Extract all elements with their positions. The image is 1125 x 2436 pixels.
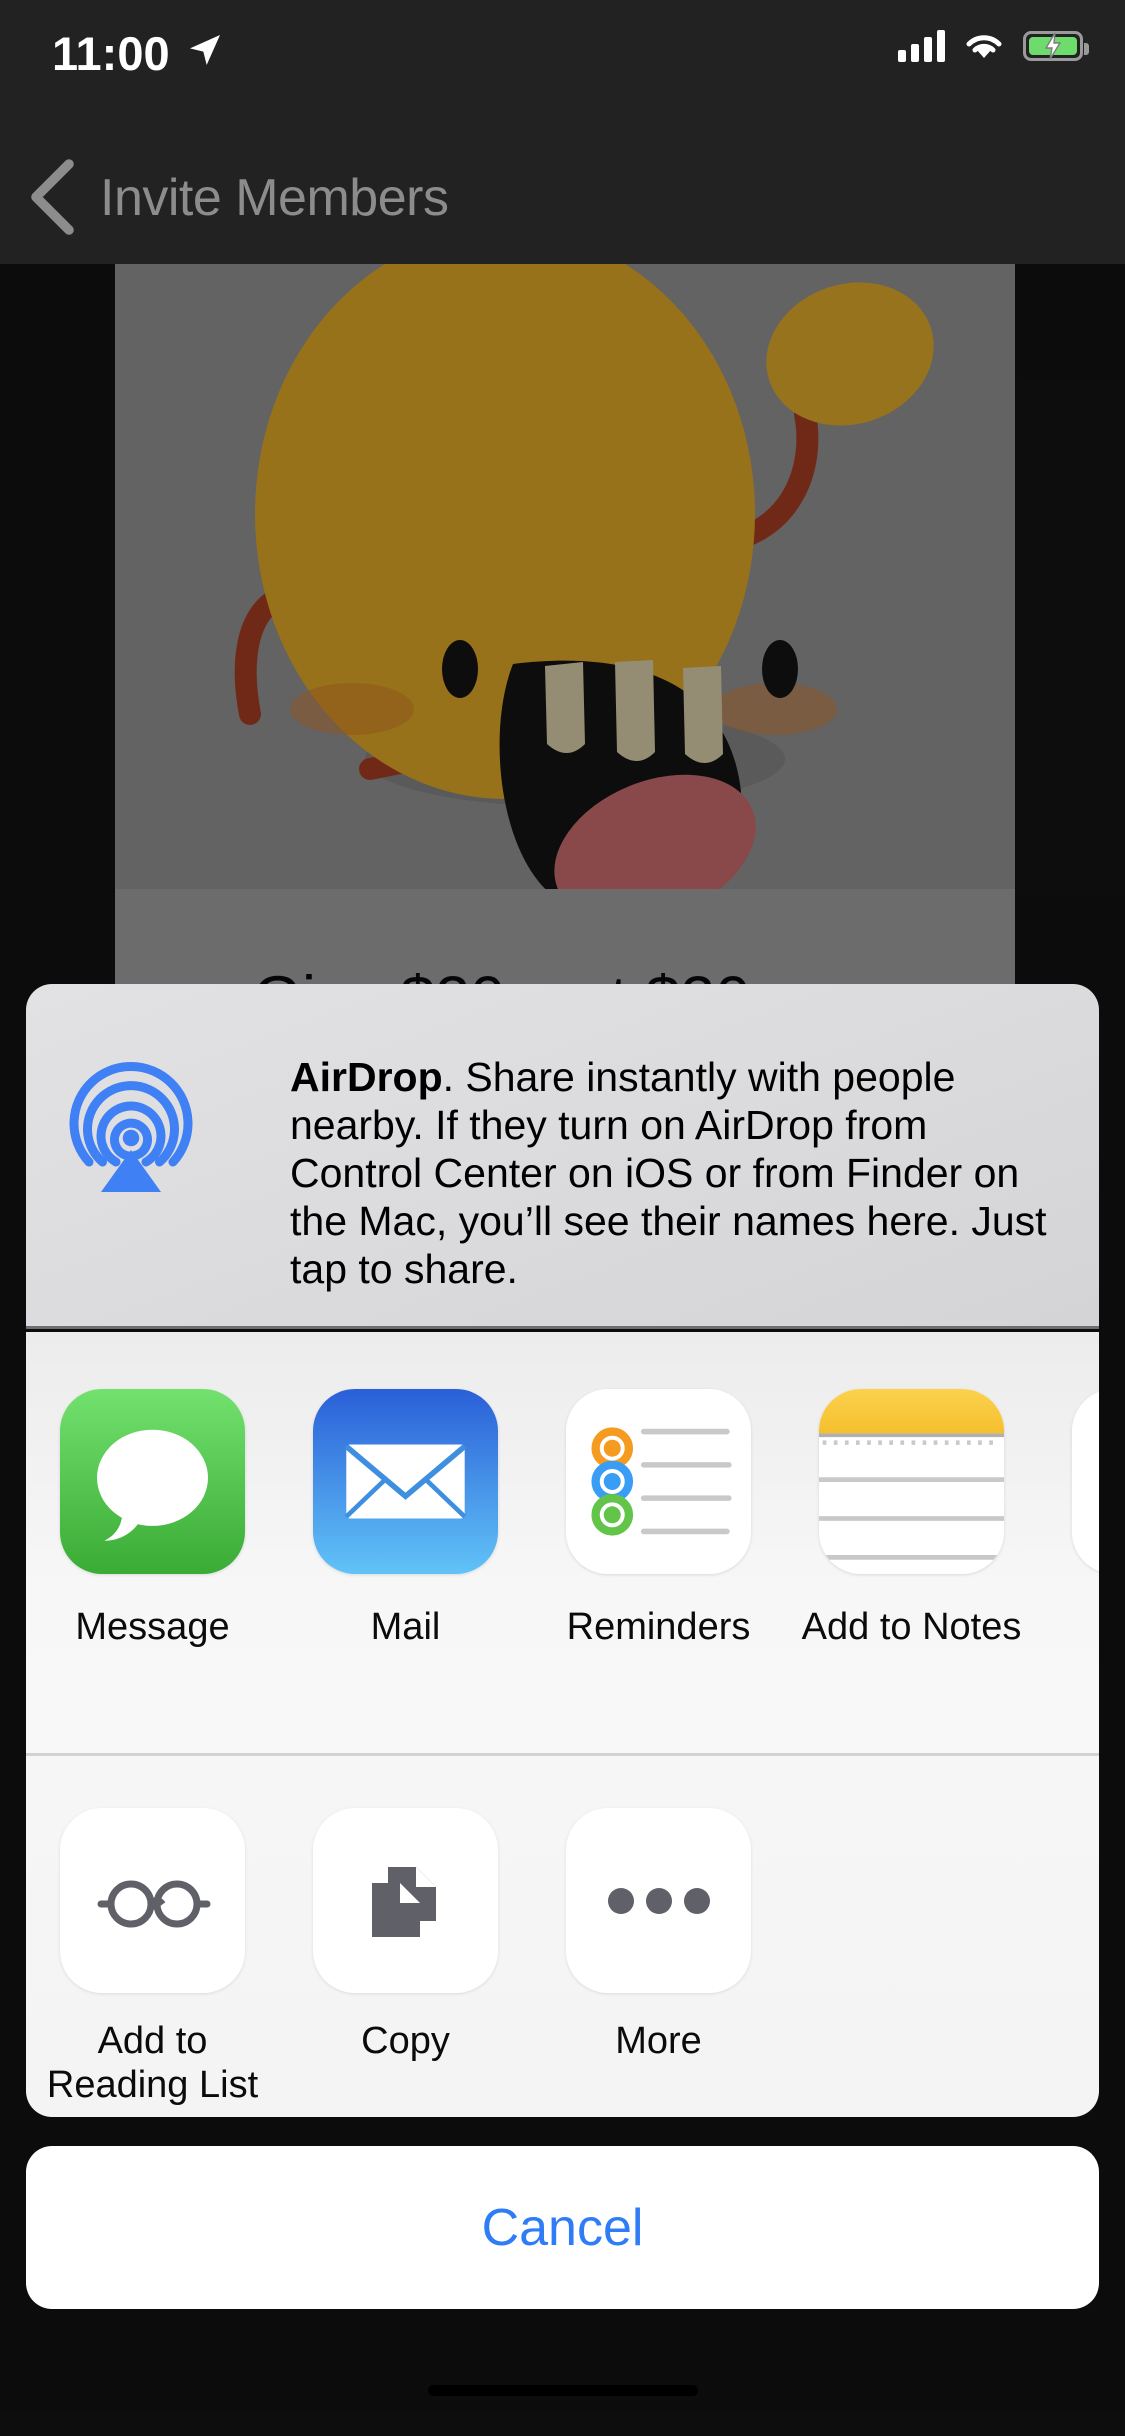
page-title: Invite Members bbox=[100, 169, 449, 227]
airdrop-icon[interactable] bbox=[56, 1045, 206, 1195]
share-app-partial[interactable]: M bbox=[1038, 1332, 1099, 1649]
share-app-notes[interactable]: Add to Notes bbox=[785, 1332, 1038, 1649]
status-bar-time: 11:00 bbox=[52, 27, 170, 80]
share-app-mail[interactable]: Mail bbox=[279, 1332, 532, 1649]
share-actions-panel[interactable]: Add to Reading List Copy More bbox=[26, 1756, 1099, 2117]
share-action-more[interactable]: More bbox=[532, 1756, 785, 2107]
share-actions-row: Add to Reading List Copy More bbox=[26, 1756, 785, 2107]
share-app-label: Reminders bbox=[566, 1606, 751, 1648]
status-bar: 11:00 bbox=[0, 0, 1125, 132]
action-label-line2: Reading List bbox=[46, 2064, 259, 2106]
battery-charging-icon bbox=[1023, 31, 1089, 61]
reminders-app-icon bbox=[566, 1389, 751, 1574]
cellular-signal-icon bbox=[898, 30, 945, 62]
share-app-message[interactable]: Message bbox=[26, 1332, 279, 1649]
share-apps-row: Message Mail Reminders Add to Notes bbox=[26, 1332, 1099, 1649]
action-label-line1: Add to bbox=[97, 2020, 208, 2062]
messages-app-icon bbox=[60, 1389, 245, 1574]
location-arrow-icon bbox=[190, 35, 220, 65]
partial-app-icon bbox=[1072, 1389, 1099, 1574]
wifi-icon bbox=[966, 35, 1002, 58]
share-app-label: Mail bbox=[370, 1606, 441, 1648]
airdrop-bold-lead: AirDrop bbox=[290, 1054, 443, 1100]
notes-app-icon bbox=[819, 1389, 1004, 1574]
ellipsis-icon bbox=[566, 1808, 751, 1993]
share-action-copy[interactable]: Copy bbox=[279, 1756, 532, 2107]
home-indicator bbox=[427, 2385, 698, 2396]
share-action-label: More bbox=[615, 2020, 702, 2062]
mail-app-icon bbox=[313, 1389, 498, 1574]
share-app-label: Add to Notes bbox=[801, 1606, 1022, 1648]
iphone-screen: Give $20, get $20 11:00 bbox=[0, 0, 1125, 2436]
status-bar-indicators bbox=[898, 30, 1089, 62]
share-apps-panel[interactable]: Message Mail Reminders Add to Notes bbox=[26, 1332, 1099, 1753]
navigation-bar: Invite Members bbox=[0, 132, 1125, 264]
share-action-label: Copy bbox=[361, 2020, 450, 2062]
copy-documents-icon bbox=[313, 1808, 498, 1993]
share-app-reminders[interactable]: Reminders bbox=[532, 1332, 785, 1649]
chevron-left-icon[interactable] bbox=[18, 158, 90, 236]
glasses-icon bbox=[60, 1808, 245, 1993]
share-app-label: Message bbox=[75, 1606, 230, 1648]
share-action-label: Add to Reading List bbox=[47, 2019, 258, 2107]
cancel-button[interactable]: Cancel bbox=[26, 2146, 1099, 2309]
airdrop-description: AirDrop. Share instantly with people nea… bbox=[290, 1053, 1055, 1293]
share-action-reading-list[interactable]: Add to Reading List bbox=[26, 1756, 279, 2107]
